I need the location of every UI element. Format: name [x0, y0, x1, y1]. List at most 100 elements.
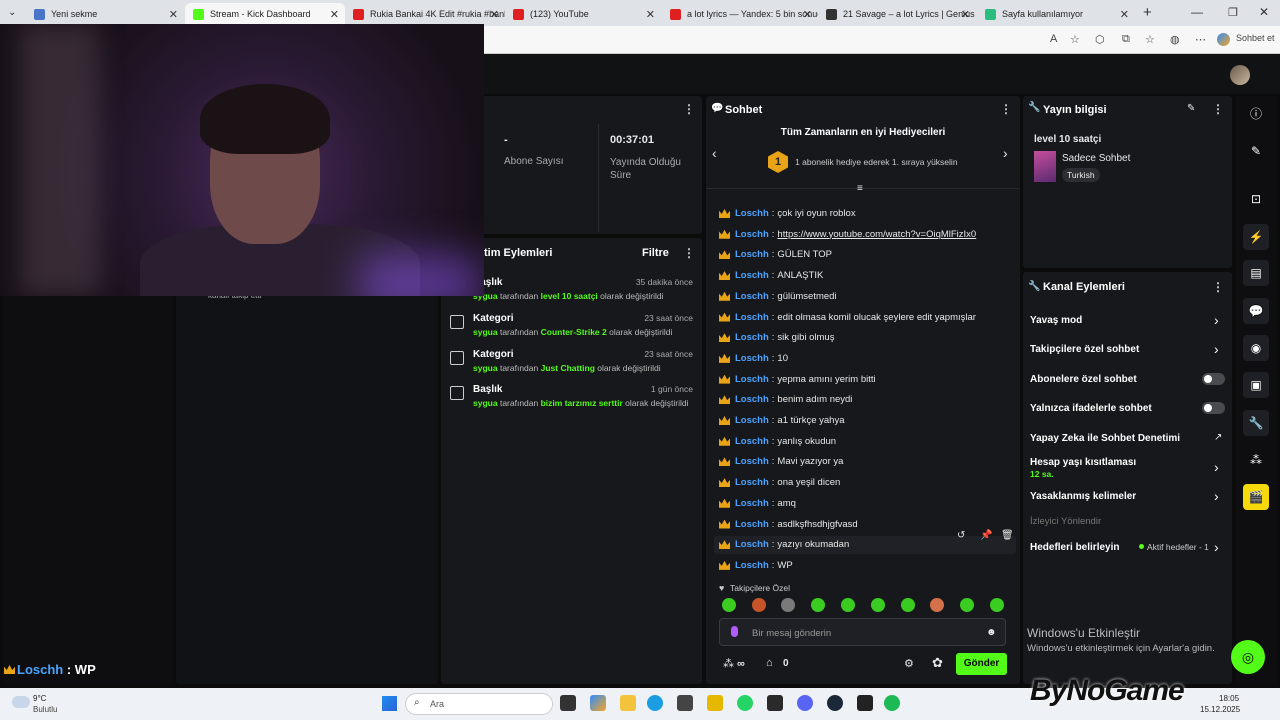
- store-app-icon[interactable]: [677, 695, 693, 711]
- external-link-icon[interactable]: ↗: [1214, 432, 1222, 443]
- taskbar-search[interactable]: [405, 693, 553, 715]
- weather-icon[interactable]: [12, 696, 30, 708]
- chat-message[interactable]: Loschh: sik gibi olmuş: [719, 332, 834, 343]
- new-tab-icon[interactable]: +: [1143, 4, 1152, 21]
- chevron-right-icon[interactable]: ›: [1214, 539, 1219, 555]
- chat-username[interactable]: Loschh: [735, 498, 769, 509]
- chat-message[interactable]: Loschh: amq: [719, 498, 796, 509]
- close-icon[interactable]: ✕: [1120, 8, 1129, 21]
- close-icon[interactable]: ✕: [803, 8, 812, 21]
- chat-message[interactable]: Loschh: yepma amını yerim bitti: [719, 374, 876, 385]
- delete-icon[interactable]: 🗑: [1001, 530, 1014, 541]
- chat-username[interactable]: Loschh: [735, 477, 769, 488]
- chat-message[interactable]: Loschh: benim adım neydi: [719, 394, 852, 405]
- chat-message[interactable]: Loschh: yanlış okudun: [719, 436, 836, 447]
- info-icon[interactable]: ⓘ: [1243, 101, 1269, 127]
- chevron-right-icon[interactable]: ›: [1214, 341, 1219, 357]
- chat-message[interactable]: Loschh: ona yeşil dicen: [719, 477, 840, 488]
- filter-button[interactable]: Filtre: [642, 247, 669, 259]
- copilot-app-icon[interactable]: [590, 695, 606, 711]
- chevron-right-icon[interactable]: ›: [1214, 459, 1219, 475]
- chat-username[interactable]: Loschh: [735, 436, 769, 447]
- emote-icon[interactable]: [722, 598, 736, 612]
- chat-message[interactable]: Loschh: edit olmasa komil olucak şeylere …: [719, 312, 976, 323]
- pencil-icon[interactable]: ✎: [1243, 138, 1269, 164]
- chevron-right-icon[interactable]: ›: [1214, 312, 1219, 328]
- chat-message[interactable]: Loschh:10: [719, 353, 788, 364]
- chat-message[interactable]: Loschh: asdlkşfhsdhjgfvasd: [719, 519, 858, 530]
- emote-icon[interactable]: [990, 598, 1004, 612]
- avatar[interactable]: [1230, 65, 1250, 85]
- chevron-left-icon[interactable]: ‹: [712, 145, 717, 161]
- task-view-icon[interactable]: [560, 695, 576, 711]
- account-age-item[interactable]: Hesap yaşı kısıtlaması: [1030, 457, 1136, 468]
- chat-message[interactable]: Loschh: https://www.youtube.com/watch?v=O…: [719, 229, 976, 240]
- chat-username[interactable]: Loschh: [735, 312, 769, 323]
- broadcast-icon[interactable]: ◉: [1243, 335, 1269, 361]
- emoji-icon[interactable]: ☻: [986, 627, 997, 638]
- collections-icon[interactable]: ◍: [1170, 33, 1180, 46]
- obs-icon[interactable]: [857, 695, 873, 711]
- chat-username[interactable]: Loschh: [735, 560, 769, 571]
- minimize-icon[interactable]: —: [1191, 5, 1203, 19]
- pinned-toggle-icon[interactable]: ≡: [857, 183, 863, 194]
- edge-icon[interactable]: [647, 695, 663, 711]
- chat-username[interactable]: Loschh: [735, 353, 769, 364]
- close-icon[interactable]: ✕: [961, 8, 970, 21]
- extension-icon[interactable]: ⬡: [1095, 33, 1105, 46]
- close-icon[interactable]: ✕: [169, 8, 178, 21]
- mic-icon[interactable]: [731, 626, 738, 637]
- close-window-icon[interactable]: ✕: [1259, 5, 1269, 19]
- browser-tab[interactable]: Yeni sekme ✕: [26, 3, 184, 25]
- chat-username[interactable]: Loschh: [735, 394, 769, 405]
- lightning-icon[interactable]: ⚡: [1243, 224, 1269, 250]
- chat-username[interactable]: Loschh: [735, 291, 769, 302]
- edit-icon[interactable]: ✎: [1187, 103, 1195, 114]
- discord-icon[interactable]: [797, 695, 813, 711]
- explorer-icon[interactable]: [620, 695, 636, 711]
- chat-username[interactable]: Loschh: [735, 456, 769, 467]
- browser-tab[interactable]: Rukia Bankai 4K Edit #rukia #bank ✕: [345, 3, 505, 25]
- browser-tab[interactable]: a lot lyrics — Yandex: 5 bin sonuç ✕: [662, 3, 818, 25]
- favorites-icon[interactable]: ☆: [1145, 33, 1155, 46]
- action-user[interactable]: sygua: [473, 363, 498, 373]
- more-icon[interactable]: ⋮: [1212, 280, 1224, 294]
- close-icon[interactable]: ✕: [330, 8, 339, 21]
- read-aloud-icon[interactable]: A: [1050, 33, 1057, 45]
- browser-tab[interactable]: 21 Savage – a lot Lyrics | Genius Ly ✕: [818, 3, 976, 25]
- reply-icon[interactable]: ↺: [957, 530, 965, 541]
- clapper-icon[interactable]: 🎬: [1243, 484, 1269, 510]
- profile-icon[interactable]: ⋯: [1195, 33, 1206, 46]
- send-button[interactable]: Gönder: [956, 653, 1007, 675]
- action-user[interactable]: sygua: [473, 327, 498, 337]
- chat-username[interactable]: Loschh: [735, 415, 769, 426]
- screen-icon[interactable]: ⊡: [1243, 186, 1269, 212]
- chat-text[interactable]: https://www.youtube.com/watch?v=OiqMlFiz…: [777, 229, 976, 240]
- chevron-right-icon[interactable]: ›: [1003, 145, 1008, 161]
- emote-icon[interactable]: [930, 598, 944, 612]
- chat-username[interactable]: Loschh: [735, 539, 769, 550]
- emotes-chat-toggle[interactable]: [1202, 402, 1225, 414]
- emote-icon[interactable]: [841, 598, 855, 612]
- more-icon[interactable]: ⋮: [1000, 102, 1012, 116]
- goals-item[interactable]: Hedefleri belirleyin: [1030, 542, 1119, 553]
- chat-message[interactable]: Loschh: çok iyi oyun roblox: [719, 208, 856, 219]
- steam-icon[interactable]: [827, 695, 843, 711]
- chat-message[interactable]: Loschh: a1 türkçe yahya: [719, 415, 845, 426]
- chat-message[interactable]: Loschh: WP: [719, 560, 793, 571]
- chat-username[interactable]: Loschh: [735, 374, 769, 385]
- document-icon[interactable]: ▤: [1243, 260, 1269, 286]
- chat-username[interactable]: Loschh: [735, 332, 769, 343]
- support-icon[interactable]: ◎: [1231, 640, 1265, 674]
- browser-tab-active[interactable]: Stream - Kick Dashboard ✕: [185, 3, 345, 25]
- app-icon[interactable]: [707, 695, 723, 711]
- subs-chat-toggle[interactable]: [1202, 373, 1225, 385]
- emote-icon[interactable]: [752, 598, 766, 612]
- chat-username[interactable]: Loschh: [735, 249, 769, 260]
- spotify-icon[interactable]: [884, 695, 900, 711]
- whatsapp-icon[interactable]: [737, 695, 753, 711]
- store-icon[interactable]: ⌂: [766, 657, 773, 669]
- chat-username[interactable]: Loschh: [735, 519, 769, 530]
- favorite-icon[interactable]: ☆: [1070, 33, 1080, 46]
- chat-message[interactable]: Loschh: gülümsetmedi: [719, 291, 837, 302]
